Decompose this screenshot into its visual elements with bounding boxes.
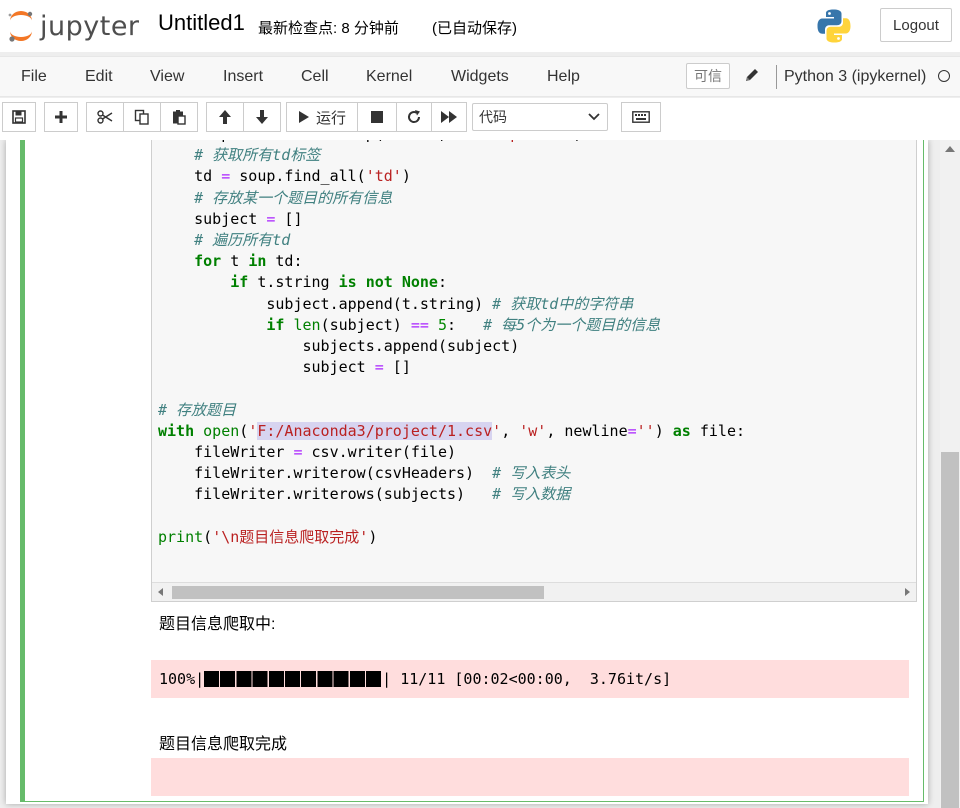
paste-icon bbox=[173, 110, 186, 125]
restart-button[interactable] bbox=[396, 102, 432, 132]
code-line: td = soup.find_all('td') bbox=[158, 167, 411, 186]
autosave-status: (已自动保存) bbox=[432, 20, 517, 37]
code-line: subject = [] bbox=[158, 209, 303, 228]
progress-bar-fill bbox=[204, 671, 383, 687]
kernel-idle-indicator-icon bbox=[938, 70, 950, 82]
cell-type-select[interactable]: 代码 bbox=[472, 103, 608, 131]
scissors-icon bbox=[97, 110, 113, 124]
fast-forward-icon bbox=[441, 111, 457, 123]
plus-icon bbox=[55, 111, 67, 123]
move-down-button[interactable] bbox=[243, 102, 281, 132]
code-cell[interactable]: soup = BeautifulSoup(r.text, 'html.parse… bbox=[20, 140, 924, 802]
menubar: File Edit View Insert Cell Kernel Widget… bbox=[0, 56, 960, 97]
menu-file[interactable]: File bbox=[21, 68, 47, 86]
code-line: subjects.append(subject) bbox=[158, 337, 520, 356]
copy-button[interactable] bbox=[123, 102, 161, 132]
save-icon bbox=[12, 110, 26, 124]
run-button-label: 运行 bbox=[315, 109, 346, 127]
keyboard-icon bbox=[632, 111, 650, 123]
output-line-2: 题目信息爬取完成 bbox=[159, 736, 288, 753]
toolbar: 运行 代码 bbox=[0, 98, 960, 140]
command-palette-button[interactable] bbox=[621, 102, 661, 132]
menu-kernel[interactable]: Kernel bbox=[366, 68, 412, 86]
code-line: fileWriter = csv.writer(file) bbox=[158, 443, 457, 462]
code-line: if len(subject) == 5: # 每5个为一个题目的信息 bbox=[266, 315, 661, 334]
code-line: subject = [] bbox=[158, 358, 411, 377]
code-line: fileWriter.writerow(csvHeaders) # 写入表头 bbox=[158, 464, 571, 483]
horizontal-scrollbar-thumb[interactable] bbox=[172, 586, 544, 599]
vertical-scrollbar[interactable] bbox=[940, 140, 960, 808]
notebook-name[interactable]: Untitled1 bbox=[158, 10, 245, 36]
logout-button[interactable]: Logout bbox=[880, 8, 952, 42]
notebook-site: soup = BeautifulSoup(r.text, 'html.parse… bbox=[0, 140, 940, 808]
copy-icon bbox=[134, 109, 149, 125]
header: jupyter Untitled1 最新检查点: 8 分钟前 (已自动保存) L… bbox=[0, 0, 960, 52]
cell-type-value: 代码 bbox=[479, 109, 507, 125]
code-line: print('\n题目信息爬取完成') bbox=[158, 527, 378, 546]
scroll-up-icon[interactable] bbox=[945, 146, 955, 152]
menu-view[interactable]: View bbox=[150, 68, 184, 86]
run-button[interactable]: 运行 bbox=[286, 102, 358, 132]
checkpoint-status: 最新检查点: 8 分钟前 bbox=[258, 20, 399, 37]
menu-help[interactable]: Help bbox=[547, 68, 580, 86]
arrow-up-icon bbox=[219, 110, 231, 124]
code-line: # 获取所有td标签 bbox=[194, 146, 321, 165]
chevron-down-icon bbox=[588, 113, 600, 121]
menu-edit[interactable]: Edit bbox=[85, 68, 113, 86]
code-line: with open('F:/Anaconda3/project/1.csv', … bbox=[158, 421, 746, 440]
progress-bar-start: | bbox=[195, 670, 205, 688]
play-icon bbox=[298, 111, 309, 123]
pencil-icon[interactable] bbox=[744, 67, 760, 83]
menu-widgets[interactable]: Widgets bbox=[451, 68, 509, 86]
scroll-left-icon[interactable] bbox=[158, 588, 163, 596]
paste-button[interactable] bbox=[160, 102, 198, 132]
jupyter-logo-text: jupyter bbox=[40, 10, 140, 42]
jupyter-logo[interactable]: jupyter bbox=[6, 8, 140, 44]
menu-cell[interactable]: Cell bbox=[301, 68, 329, 86]
code-line: # 存放某一个题目的所有信息 bbox=[194, 188, 393, 207]
progress-line: 100% | | 11/11 [00:02<00:00, 3.76it/s] bbox=[159, 670, 671, 688]
arrow-down-icon bbox=[256, 110, 268, 124]
code-line: # 遍历所有td bbox=[194, 231, 291, 250]
trusted-indicator[interactable]: 可信 bbox=[686, 63, 730, 89]
horizontal-scrollbar[interactable] bbox=[152, 582, 916, 601]
stop-icon bbox=[371, 111, 383, 123]
move-up-button[interactable] bbox=[206, 102, 244, 132]
code-editor[interactable]: soup = BeautifulSoup(r.text, 'html.parse… bbox=[151, 140, 917, 602]
stderr-output-empty bbox=[151, 758, 909, 796]
jupyter-logo-icon bbox=[8, 11, 33, 42]
restart-icon bbox=[408, 110, 421, 123]
progress-percent: 100% bbox=[159, 670, 196, 688]
vertical-scrollbar-thumb[interactable] bbox=[941, 452, 959, 808]
menu-insert[interactable]: Insert bbox=[223, 68, 263, 86]
python-logo-icon bbox=[817, 9, 851, 43]
kernel-name[interactable]: Python 3 (ipykernel) bbox=[784, 68, 926, 86]
scroll-right-icon[interactable] bbox=[905, 588, 910, 596]
code-line: if t.string is not None: bbox=[230, 273, 447, 292]
notebook-page: soup = BeautifulSoup(r.text, 'html.parse… bbox=[6, 140, 928, 804]
insert-cell-button[interactable] bbox=[44, 102, 78, 132]
code-line: for t in td: bbox=[194, 252, 303, 271]
code-content[interactable]: soup = BeautifulSoup(r.text, 'html.parse… bbox=[158, 140, 745, 548]
progress-rest: | 11/11 [00:02<00:00, 3.76it/s] bbox=[382, 670, 672, 688]
code-line: subject.append(t.string) # 获取td中的字符串 bbox=[158, 294, 634, 313]
stderr-output: 100% | | 11/11 [00:02<00:00, 3.76it/s] bbox=[151, 660, 909, 698]
save-button[interactable] bbox=[2, 102, 36, 132]
cut-button[interactable] bbox=[86, 102, 124, 132]
output-line-1: 题目信息爬取中: bbox=[159, 616, 276, 633]
code-line: soup = BeautifulSoup(r.text, 'html.parse… bbox=[158, 140, 582, 143]
interrupt-button[interactable] bbox=[357, 102, 397, 132]
code-line: # 存放题目 bbox=[158, 400, 237, 419]
code-line: fileWriter.writerows(subjects) # 写入数据 bbox=[158, 485, 571, 504]
restart-run-all-button[interactable] bbox=[431, 102, 467, 132]
kernel-separator bbox=[776, 65, 777, 89]
